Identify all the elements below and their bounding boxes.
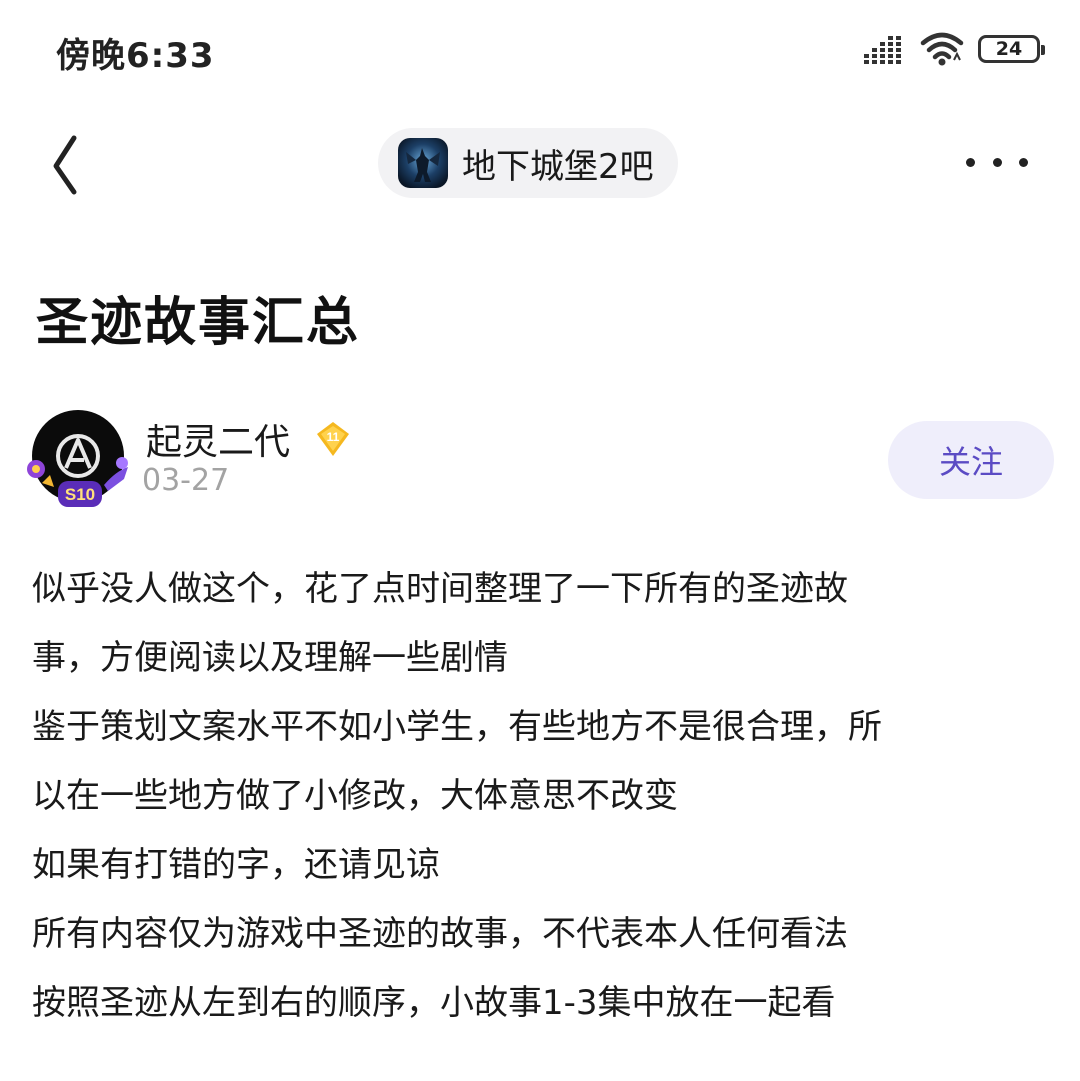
follow-button[interactable]: 关注 — [888, 421, 1054, 499]
svg-text:S10: S10 — [65, 485, 95, 504]
status-icons: 24 — [864, 32, 1045, 66]
battery-level: 24 — [995, 38, 1023, 60]
author-avatar[interactable]: S10 — [24, 405, 134, 510]
more-horizontal-icon — [966, 157, 975, 167]
status-time: 傍晚6:33 — [56, 36, 215, 76]
forum-pill[interactable]: 地下城堡2吧 — [378, 128, 678, 198]
body-line: 按照圣迹从左到右的顺序，小故事1-3集中放在一起看 — [32, 983, 836, 1023]
chevron-left-icon — [53, 135, 77, 195]
body-line: 事，方便阅读以及理解一些剧情 — [32, 638, 508, 678]
level-number: 11 — [327, 430, 340, 444]
body-line: 所有内容仅为游戏中圣迹的故事，不代表本人任何看法 — [32, 914, 848, 954]
status-bar: 傍晚6:33 24 — [0, 0, 1080, 100]
avatar-medal-icon: S10 — [27, 457, 128, 507]
body-line: 以在一些地方做了小修改，大体意思不改变 — [32, 776, 678, 816]
back-button[interactable] — [40, 132, 100, 196]
battery-icon: 24 — [978, 35, 1045, 63]
post-date: 03-27 — [142, 463, 230, 498]
body-line: 如果有打错的字，还请见谅 — [32, 845, 440, 885]
forum-name: 地下城堡2吧 — [462, 146, 654, 187]
wifi-icon — [920, 32, 964, 66]
author-name[interactable]: 起灵二代 — [146, 413, 290, 465]
post-body: 似乎没人做这个，花了点时间整理了一下所有的圣迹故 事，方便阅读以及理解一些剧情 … — [32, 555, 1042, 1038]
body-line: 鉴于策划文案水平不如小学生，有些地方不是很合理，所 — [32, 707, 882, 747]
more-options-button[interactable] — [966, 140, 1028, 184]
level-diamond-icon: 11 — [317, 422, 349, 456]
author-row: S10 起灵二代 11 03-27 关注 — [24, 405, 1054, 515]
post-title: 圣迹故事汇总 — [36, 293, 361, 353]
signal-icon — [864, 36, 901, 64]
more-dot — [992, 157, 1002, 167]
top-nav: 地下城堡2吧 — [0, 120, 1080, 210]
more-dot — [1019, 157, 1028, 167]
forum-avatar-icon — [398, 138, 448, 188]
body-line: 似乎没人做这个，花了点时间整理了一下所有的圣迹故 — [32, 569, 848, 609]
